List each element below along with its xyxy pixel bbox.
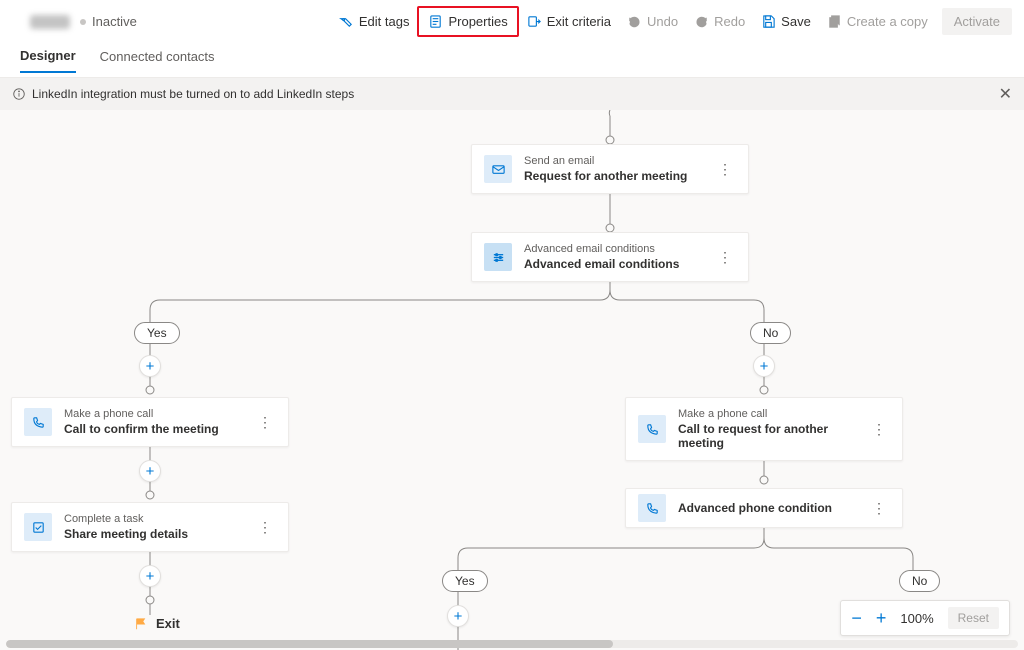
edit-tags-button[interactable]: Edit tags — [331, 9, 418, 34]
back-button[interactable] — [12, 9, 20, 35]
phone-icon — [638, 415, 666, 443]
zoom-level: 100% — [900, 611, 933, 626]
tab-connected-contacts[interactable]: Connected contacts — [100, 49, 215, 72]
save-button[interactable]: Save — [753, 9, 819, 34]
node-title: Call to request for another meeting — [678, 422, 868, 450]
branch-yes-2: Yes — [442, 570, 488, 592]
save-label: Save — [781, 14, 811, 29]
undo-button: Undo — [619, 9, 686, 34]
banner-close-icon[interactable]: ✕ — [999, 84, 1012, 104]
node-menu-icon[interactable]: ⋮ — [254, 519, 276, 536]
add-step-button[interactable]: + — [139, 565, 161, 587]
conditions-icon — [484, 243, 512, 271]
flag-icon — [134, 617, 148, 631]
add-step-button[interactable]: + — [139, 460, 161, 482]
task-icon — [24, 513, 52, 541]
node-title: Request for another meeting — [524, 169, 714, 183]
create-copy-button: Create a copy — [819, 9, 936, 34]
zoom-controls: − + 100% Reset — [840, 600, 1010, 636]
zoom-out-button[interactable]: − — [851, 609, 862, 627]
add-step-button[interactable]: + — [753, 355, 775, 377]
node-email-conditions[interactable]: Advanced email conditions Advanced email… — [471, 232, 749, 282]
status-indicator — [80, 19, 86, 25]
node-send-email[interactable]: Send an email Request for another meetin… — [471, 144, 749, 194]
node-phone-condition[interactable]: Advanced phone condition ⋮ — [625, 488, 903, 528]
horizontal-scrollbar[interactable] — [6, 640, 1018, 648]
zoom-in-button[interactable]: + — [876, 609, 887, 627]
node-call-request[interactable]: Make a phone call Call to request for an… — [625, 397, 903, 461]
node-category: Complete a task — [64, 513, 254, 525]
exit-node: Exit — [134, 616, 180, 631]
banner-text: LinkedIn integration must be turned on t… — [32, 87, 354, 101]
node-category: Make a phone call — [64, 408, 254, 420]
sequence-name — [30, 15, 70, 29]
designer-canvas[interactable]: Send an email Request for another meetin… — [0, 110, 1024, 650]
phone-icon — [638, 494, 666, 522]
email-icon — [484, 155, 512, 183]
activate-button: Activate — [942, 8, 1012, 35]
node-complete-task[interactable]: Complete a task Share meeting details ⋮ — [11, 502, 289, 552]
branch-no: No — [750, 322, 791, 344]
status-text: Inactive — [92, 14, 137, 29]
node-title: Advanced phone condition — [678, 501, 868, 515]
branch-yes: Yes — [134, 322, 180, 344]
add-step-button[interactable]: + — [447, 605, 469, 627]
properties-highlight: Properties — [417, 6, 518, 37]
node-menu-icon[interactable]: ⋮ — [714, 249, 736, 266]
node-category: Send an email — [524, 155, 714, 167]
zoom-reset-button[interactable]: Reset — [948, 607, 999, 629]
branch-no-2: No — [899, 570, 940, 592]
node-title: Share meeting details — [64, 527, 254, 541]
create-copy-label: Create a copy — [847, 14, 928, 29]
node-category: Advanced email conditions — [524, 243, 714, 255]
node-title: Call to confirm the meeting — [64, 422, 254, 436]
add-step-button[interactable]: + — [139, 355, 161, 377]
exit-criteria-button[interactable]: Exit criteria — [519, 9, 619, 34]
node-menu-icon[interactable]: ⋮ — [254, 414, 276, 431]
redo-label: Redo — [714, 14, 745, 29]
node-call-confirm[interactable]: Make a phone call Call to confirm the me… — [11, 397, 289, 447]
tab-designer[interactable]: Designer — [20, 48, 76, 73]
undo-label: Undo — [647, 14, 678, 29]
properties-label: Properties — [448, 14, 507, 29]
edit-tags-label: Edit tags — [359, 14, 410, 29]
node-menu-icon[interactable]: ⋮ — [868, 421, 890, 438]
exit-label: Exit — [156, 616, 180, 631]
info-icon — [12, 87, 26, 101]
redo-button: Redo — [686, 9, 753, 34]
phone-icon — [24, 408, 52, 436]
node-menu-icon[interactable]: ⋮ — [714, 161, 736, 178]
node-category: Make a phone call — [678, 408, 868, 420]
node-title: Advanced email conditions — [524, 257, 714, 271]
properties-button[interactable]: Properties — [420, 9, 515, 34]
exit-criteria-label: Exit criteria — [547, 14, 611, 29]
node-menu-icon[interactable]: ⋮ — [868, 500, 890, 517]
